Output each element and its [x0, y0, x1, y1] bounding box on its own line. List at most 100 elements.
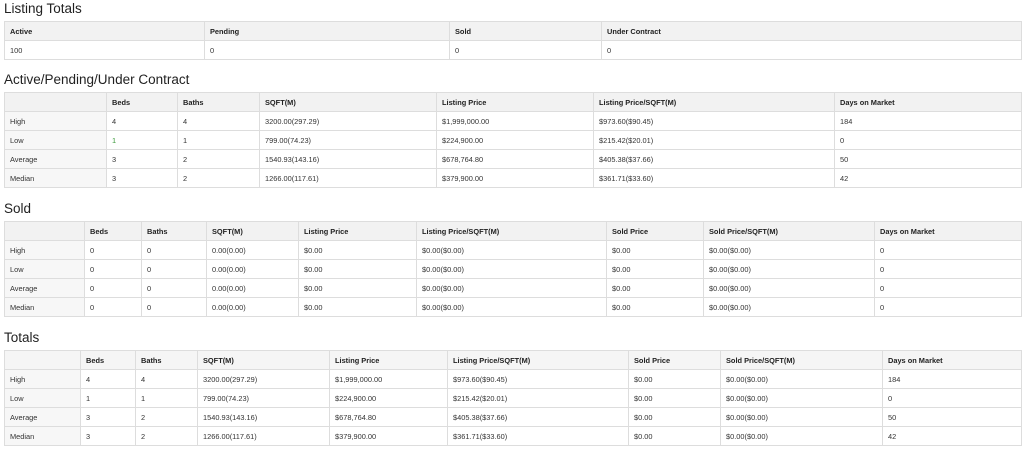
cell: $224,900.00 — [436, 130, 594, 150]
cell: $678,764.80 — [436, 149, 594, 169]
table-row: 100 0 0 0 — [4, 40, 1022, 60]
header-sold: Sold — [449, 21, 602, 41]
header-baths: Baths — [135, 350, 198, 370]
apuc-table: Beds Baths SQFT(M) Listing Price Listing… — [4, 92, 1022, 188]
cell: 0 — [874, 278, 1022, 298]
row-label: Average — [4, 278, 85, 298]
header-active: Active — [4, 21, 205, 41]
row-label: High — [4, 240, 85, 260]
apuc-title: Active/Pending/Under Contract — [4, 72, 190, 87]
header-listing-price: Listing Price — [436, 92, 594, 112]
cell: 0 — [84, 278, 142, 298]
under-contract-count: 0 — [601, 40, 1022, 60]
cell: $0.00($0.00) — [703, 297, 875, 317]
cell: $405.38($37.66) — [447, 407, 629, 427]
sold-section: Sold Beds Baths SQFT(M) Listing Price Li… — [4, 200, 1022, 329]
table-header-row: Active Pending Sold Under Contract — [4, 21, 1022, 41]
cell: $1,999,000.00 — [329, 369, 448, 389]
cell: 3 — [80, 407, 136, 427]
cell: 2 — [177, 168, 260, 188]
table-row: Median 3 2 1266.00(117.61) $379,900.00 $… — [4, 168, 1022, 188]
cell: 3 — [80, 426, 136, 446]
cell: $0.00($0.00) — [416, 259, 607, 279]
cell: $0.00 — [628, 407, 721, 427]
header-listing-price-sqft: Listing Price/SQFT(M) — [593, 92, 835, 112]
cell: 42 — [834, 168, 1022, 188]
cell: $0.00 — [606, 297, 704, 317]
page: Listing Totals Active Pending Sold Under… — [0, 0, 1024, 446]
header-sold-price: Sold Price — [628, 350, 721, 370]
table-row: Low 1 1 799.00(74.23) $224,900.00 $215.4… — [4, 130, 1022, 150]
header-baths: Baths — [141, 221, 207, 241]
listing-totals-section: Listing Totals Active Pending Sold Under… — [4, 0, 1022, 71]
cell: $0.00($0.00) — [416, 278, 607, 298]
cell: $0.00($0.00) — [416, 297, 607, 317]
cell: $0.00 — [298, 259, 417, 279]
header-listing-price: Listing Price — [298, 221, 417, 241]
cell: $379,900.00 — [436, 168, 594, 188]
cell: $0.00($0.00) — [703, 278, 875, 298]
header-listing-price: Listing Price — [329, 350, 448, 370]
cell: 3200.00(297.29) — [259, 111, 437, 131]
cell: 2 — [135, 407, 198, 427]
table-row: Low 0 0 0.00(0.00) $0.00 $0.00($0.00) $0… — [4, 259, 1022, 279]
header-beds: Beds — [106, 92, 178, 112]
table-row: Average 3 2 1540.93(143.16) $678,764.80 … — [4, 407, 1022, 427]
listing-totals-table: Active Pending Sold Under Contract 100 0… — [4, 21, 1022, 60]
cell: $379,900.00 — [329, 426, 448, 446]
cell: 0.00(0.00) — [206, 259, 299, 279]
row-label: Average — [4, 407, 81, 427]
listing-totals-title: Listing Totals — [4, 1, 82, 16]
row-label: High — [4, 369, 81, 389]
cell: 0 — [874, 259, 1022, 279]
cell: 1266.00(117.61) — [197, 426, 330, 446]
header-beds: Beds — [80, 350, 136, 370]
header-under-contract: Under Contract — [601, 21, 1022, 41]
apuc-section: Active/Pending/Under Contract Beds Baths… — [4, 71, 1022, 200]
cell: 1 — [135, 388, 198, 408]
table-header-row: Beds Baths SQFT(M) Listing Price Listing… — [4, 221, 1022, 241]
cell: 3 — [106, 149, 178, 169]
cell: 0.00(0.00) — [206, 297, 299, 317]
cell: $0.00($0.00) — [416, 240, 607, 260]
cell: 0 — [874, 240, 1022, 260]
cell: 184 — [834, 111, 1022, 131]
cell: 4 — [135, 369, 198, 389]
table-row: Average 3 2 1540.93(143.16) $678,764.80 … — [4, 149, 1022, 169]
sold-count: 0 — [449, 40, 602, 60]
cell: $0.00 — [298, 297, 417, 317]
sold-table: Beds Baths SQFT(M) Listing Price Listing… — [4, 221, 1022, 317]
cell: $0.00 — [628, 369, 721, 389]
table-row: High 4 4 3200.00(297.29) $1,999,000.00 $… — [4, 369, 1022, 389]
cell: 0 — [141, 297, 207, 317]
cell: 50 — [882, 407, 1022, 427]
cell: 0.00(0.00) — [206, 278, 299, 298]
cell: 0 — [874, 297, 1022, 317]
header-sold-price-sqft: Sold Price/SQFT(M) — [703, 221, 875, 241]
cell: 0 — [141, 278, 207, 298]
cell: $224,900.00 — [329, 388, 448, 408]
cell: $0.00($0.00) — [720, 407, 883, 427]
cell: 0 — [882, 388, 1022, 408]
header-days-on-market: Days on Market — [882, 350, 1022, 370]
cell: 4 — [80, 369, 136, 389]
row-label: Median — [4, 168, 107, 188]
cell: $0.00 — [606, 259, 704, 279]
header-blank — [4, 92, 107, 112]
cell: $973.60($90.45) — [593, 111, 835, 131]
cell: 799.00(74.23) — [259, 130, 437, 150]
cell: $0.00($0.00) — [720, 388, 883, 408]
row-label: Median — [4, 426, 81, 446]
cell: $678,764.80 — [329, 407, 448, 427]
totals-title: Totals — [4, 330, 40, 345]
cell: 184 — [882, 369, 1022, 389]
header-days-on-market: Days on Market — [874, 221, 1022, 241]
header-beds: Beds — [84, 221, 142, 241]
cell: $0.00 — [298, 240, 417, 260]
row-label: Low — [4, 259, 85, 279]
row-label: Low — [4, 388, 81, 408]
header-blank — [4, 350, 81, 370]
cell: 1 — [80, 388, 136, 408]
cell: 0 — [141, 240, 207, 260]
table-row: High 4 4 3200.00(297.29) $1,999,000.00 $… — [4, 111, 1022, 131]
